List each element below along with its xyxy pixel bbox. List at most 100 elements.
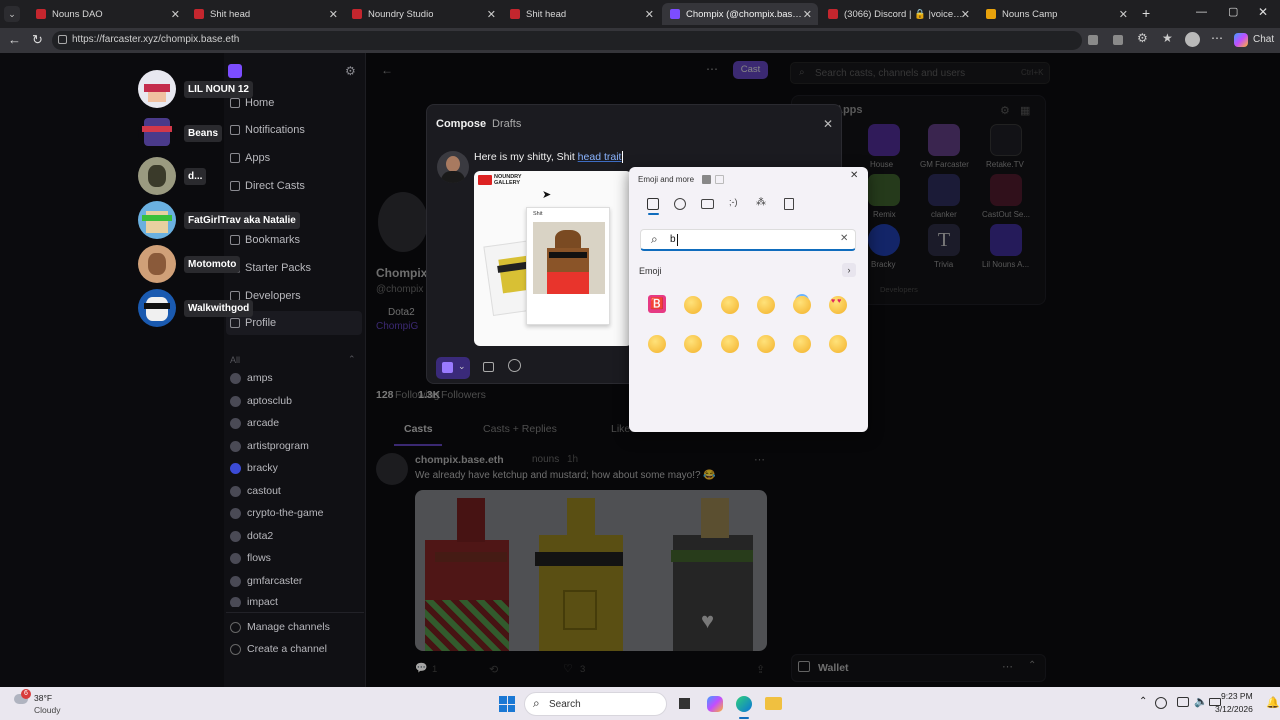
clock-date[interactable]: 3/12/2026 xyxy=(1215,704,1253,714)
channel-item[interactable]: dota2 xyxy=(230,530,273,542)
clock-time[interactable]: 9:23 PM xyxy=(1221,691,1253,701)
browser-tab-2[interactable]: Noundry Studio ✕ xyxy=(344,3,502,25)
address-input[interactable]: https://farcaster.xyz/chompix.base.eth xyxy=(52,31,1082,50)
clear-search-icon[interactable]: ✕ xyxy=(840,233,848,244)
channel-item[interactable]: castout xyxy=(230,485,281,497)
nav-direct-casts[interactable]: Direct Casts xyxy=(230,180,305,192)
tab-list-dropdown[interactable]: ⌄ xyxy=(4,6,20,22)
more-menu-icon[interactable]: ⋯ xyxy=(1211,31,1223,45)
collapse-icon[interactable]: ⌃ xyxy=(348,354,356,365)
file-explorer-icon[interactable] xyxy=(765,697,782,710)
channel-item[interactable]: aptosclub xyxy=(230,395,292,407)
maximize-button[interactable]: ▢ xyxy=(1228,5,1238,18)
volume-icon[interactable]: 🔈 xyxy=(1194,695,1208,708)
emoji-slight-smile[interactable]: 🙂 xyxy=(757,335,775,353)
close-icon[interactable]: ✕ xyxy=(329,8,338,21)
settings-gear-icon[interactable]: ⚙ xyxy=(345,64,356,78)
home-icon xyxy=(230,98,240,108)
create-channel-button[interactable]: Create a channel xyxy=(230,643,327,655)
category-kaomoji-icon[interactable]: ;-) xyxy=(729,197,738,207)
emoji-hushed[interactable]: 😯 xyxy=(793,335,811,353)
start-button[interactable] xyxy=(499,696,515,712)
notification-bell-icon[interactable]: 🔔 xyxy=(1266,696,1280,709)
tab-compose[interactable]: Compose xyxy=(436,118,486,130)
emoji-beaming[interactable]: 😁 xyxy=(721,296,739,314)
emoji-squint-tongue[interactable]: 😝 xyxy=(721,335,739,353)
browser-tab-6[interactable]: Nouns Camp ✕ xyxy=(978,3,1134,25)
category-symbols-icon[interactable]: ⁂ xyxy=(756,197,766,208)
channel-item[interactable]: artistprogram xyxy=(230,440,309,452)
emoji-smiling[interactable]: 😊 xyxy=(757,296,775,314)
close-icon[interactable]: ✕ xyxy=(645,8,654,21)
extension-icon[interactable] xyxy=(1113,35,1123,45)
farcaster-logo[interactable] xyxy=(228,64,242,78)
browser-tab-3[interactable]: Shit head ✕ xyxy=(502,3,660,25)
window-close-button[interactable]: ✕ xyxy=(1258,5,1268,19)
attached-image[interactable]: NOUNDRY GALLERY Shit xyxy=(474,171,632,346)
taskbar-search[interactable]: ⌕ Search xyxy=(524,692,667,716)
nav-home[interactable]: Home xyxy=(230,97,274,109)
emoji-b-button[interactable]: 🅱️ xyxy=(648,295,666,313)
channel-selector[interactable]: ⌄ xyxy=(436,357,470,379)
tray-chevron-icon[interactable]: ⌃ xyxy=(1139,696,1147,707)
channel-item[interactable]: impact xyxy=(230,597,278,607)
extension-icon[interactable] xyxy=(1088,35,1098,45)
emoji-halo[interactable]: 😇 xyxy=(793,296,811,314)
close-icon[interactable]: ✕ xyxy=(850,170,858,181)
category-gif-icon[interactable] xyxy=(701,199,714,209)
emoji-button-icon[interactable] xyxy=(508,359,521,372)
emoji-heart-eyes[interactable]: 😍♥ ♥ xyxy=(829,296,847,314)
close-icon[interactable]: ✕ xyxy=(487,8,496,21)
browser-tab-4[interactable]: Chompix (@chompix.base.eth) on ✕ xyxy=(662,3,818,25)
category-recent-icon[interactable] xyxy=(647,198,659,210)
browser-tab-5[interactable]: (3066) Discord | 🔒 |voice-public ✕ xyxy=(820,3,976,25)
compose-text-input[interactable]: Here is my shitty, Shit head trait xyxy=(474,151,624,163)
copilot-app-icon[interactable] xyxy=(707,696,723,712)
image-upload-icon[interactable] xyxy=(483,362,494,372)
chevron-right-icon[interactable]: › xyxy=(842,263,856,277)
emoji-search-input[interactable]: ⌕ b ✕ xyxy=(640,229,856,251)
channel-item[interactable]: crypto-the-game xyxy=(230,507,323,519)
new-tab-button[interactable]: + xyxy=(1142,5,1150,21)
category-emoji-icon[interactable] xyxy=(674,198,686,210)
reload-icon[interactable]: ↻ xyxy=(32,32,43,48)
emoji-grinning[interactable]: 😀 xyxy=(684,296,702,314)
browser-tab-1[interactable]: Shit head ✕ xyxy=(186,3,344,25)
emoji-wink[interactable]: 😉 xyxy=(829,335,847,353)
back-icon[interactable]: ← xyxy=(8,32,21,47)
task-view-icon[interactable] xyxy=(679,698,690,709)
emoji-kissing-closed[interactable]: 😚 xyxy=(684,335,702,353)
copilot-icon[interactable] xyxy=(1234,33,1248,47)
edge-browser-icon[interactable] xyxy=(736,696,752,712)
tab-favicon xyxy=(670,9,680,19)
close-icon[interactable]: ✕ xyxy=(803,8,812,21)
channel-item[interactable]: flows xyxy=(230,552,271,564)
site-info-icon[interactable] xyxy=(58,35,67,44)
minimize-button[interactable]: — xyxy=(1196,6,1207,18)
profile-avatar[interactable] xyxy=(1185,32,1200,47)
channel-item[interactable]: gmfarcaster xyxy=(230,575,302,587)
channel-item[interactable]: amps xyxy=(230,372,273,384)
nav-profile[interactable]: Profile xyxy=(230,317,276,329)
nav-apps[interactable]: Apps xyxy=(230,152,270,164)
weather-widget[interactable]: 6 38°F Cloudy xyxy=(12,689,72,717)
nav-notifications[interactable]: Notifications xyxy=(230,124,305,136)
close-icon[interactable]: ✕ xyxy=(823,117,833,131)
close-icon[interactable]: ✕ xyxy=(1119,8,1128,21)
channel-item[interactable]: arcade xyxy=(230,417,279,429)
close-icon[interactable]: ✕ xyxy=(961,8,970,21)
favorites-icon[interactable]: ★ xyxy=(1162,31,1173,45)
extensions-puzzle-icon[interactable]: ⚙ xyxy=(1137,31,1148,45)
browser-tab-0[interactable]: Nouns DAO ✕ xyxy=(28,3,186,25)
manage-channels-button[interactable]: Manage channels xyxy=(230,621,330,633)
tab-drafts[interactable]: Drafts xyxy=(492,118,521,130)
network-icon[interactable] xyxy=(1177,697,1189,707)
close-icon[interactable]: ✕ xyxy=(171,8,180,21)
nav-bookmarks[interactable]: Bookmarks xyxy=(230,234,300,246)
channel-item[interactable]: bracky xyxy=(230,462,278,474)
tray-app-icon[interactable] xyxy=(1155,697,1167,709)
category-clipboard-icon[interactable] xyxy=(784,198,794,210)
nav-starter-packs[interactable]: Starter Packs xyxy=(230,262,311,274)
emoji-kiss[interactable]: 😘 xyxy=(648,335,666,353)
chat-label[interactable]: Chat xyxy=(1253,34,1274,45)
